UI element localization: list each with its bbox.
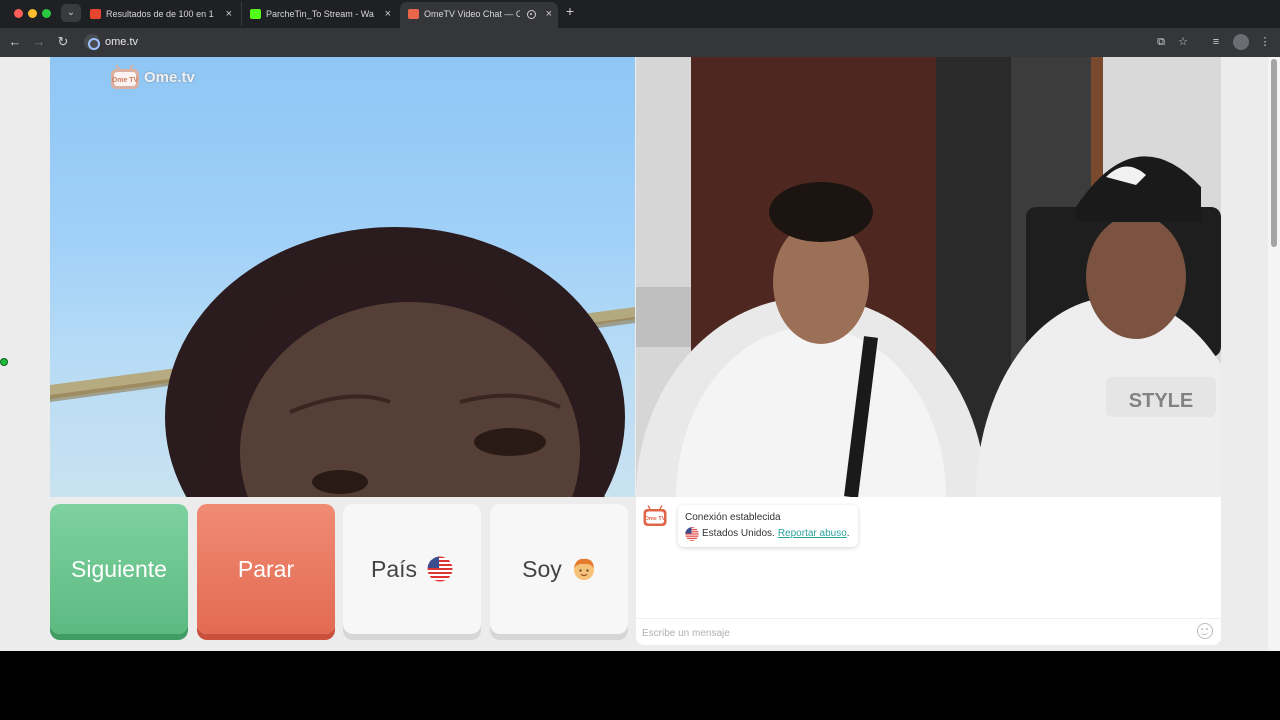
connection-status-text: Conexión establecida xyxy=(685,512,781,523)
window-minimize-button[interactable] xyxy=(28,9,37,18)
logo-badge-text: Ome TV xyxy=(112,77,139,84)
gender-button-label: Soy xyxy=(522,555,562,582)
scrollbar-thumb[interactable] xyxy=(1271,59,1277,247)
country-button-label: País xyxy=(370,555,418,582)
mouse-cursor-icon xyxy=(0,358,8,366)
page-scrollbar[interactable] xyxy=(1268,57,1280,651)
site-info-icon[interactable] xyxy=(84,34,100,50)
gender-filter-button[interactable]: Soy xyxy=(490,504,628,634)
next-button[interactable]: Siguiente xyxy=(50,504,188,634)
tab-ometv[interactable]: OmeTV Video Chat — Ome × xyxy=(400,2,558,28)
recording-indicator-icon xyxy=(527,10,536,19)
window-zoom-button[interactable] xyxy=(42,9,51,18)
window-close-button[interactable] xyxy=(14,9,23,18)
tab-parchetin-stream[interactable]: ParcheTin_To Stream - Watch × xyxy=(241,2,397,26)
stop-button-label: Parar xyxy=(237,555,295,582)
remote-camera-image: STYLE xyxy=(636,57,1221,497)
bookmark-star-icon[interactable]: ☆ xyxy=(1176,35,1190,49)
partner-country-text: Estados Unidos. xyxy=(702,528,775,539)
forward-arrow-icon[interactable]: → xyxy=(31,34,47,50)
install-app-icon[interactable]: ⧉ xyxy=(1154,35,1168,49)
media-controls-icon[interactable]: ≡ xyxy=(1209,35,1223,49)
tab-search-button[interactable]: ⌄ xyxy=(61,4,81,22)
emoji-picker-icon[interactable] xyxy=(1197,623,1213,639)
desktop-background xyxy=(0,651,1280,720)
connection-status-message: Conexión establecida Estados Unidos. Rep… xyxy=(678,505,858,547)
report-suffix: . xyxy=(846,528,850,539)
message-input[interactable] xyxy=(642,624,1182,642)
ometv-logo: Ome TV Ome.tv xyxy=(110,64,195,90)
url-text[interactable]: ome.tv xyxy=(105,36,138,48)
us-flag-small-icon xyxy=(685,527,699,541)
svg-text:STYLE: STYLE xyxy=(1129,390,1193,412)
kick-favicon-icon xyxy=(250,9,261,19)
logo-text: Ome.tv xyxy=(144,68,195,86)
tab-title: ParcheTin_To Stream - Watch xyxy=(266,9,374,19)
local-video-feed: Ome TV Ome.tv xyxy=(50,57,635,497)
us-flag-icon xyxy=(427,556,453,582)
browser-tab-bar: ⌄ Resultados de de 100 en 100 × ParcheTi… xyxy=(0,0,1280,28)
youtube-favicon-icon xyxy=(90,9,101,19)
new-tab-button[interactable]: + xyxy=(563,3,577,19)
message-bar xyxy=(636,618,1221,645)
chat-avatar-text: Ome TV xyxy=(645,516,666,522)
tab-close-icon[interactable]: × xyxy=(385,2,391,26)
ometv-logo-icon: Ome TV xyxy=(111,64,139,89)
next-button-label: Siguiente xyxy=(71,555,167,582)
report-abuse-link[interactable]: Reportar abuso xyxy=(778,528,847,539)
ometv-chat-avatar-icon: Ome TV xyxy=(643,505,667,526)
chat-panel: Ome TV Conexión establecida Estados Unid xyxy=(636,497,1221,645)
tab-title: Resultados de de 100 en 100 xyxy=(106,9,214,19)
local-camera-image xyxy=(50,227,635,497)
tab-resultados[interactable]: Resultados de de 100 en 100 × xyxy=(82,2,238,26)
profile-avatar-icon[interactable] xyxy=(1233,34,1249,50)
tab-close-icon[interactable]: × xyxy=(226,2,232,26)
tab-close-icon[interactable]: × xyxy=(546,2,552,26)
tab-title: OmeTV Video Chat — Ome xyxy=(424,9,520,19)
stop-button[interactable]: Parar xyxy=(197,504,335,634)
remote-video-feed: STYLE xyxy=(636,57,1221,497)
ometv-favicon-icon xyxy=(408,9,419,19)
country-filter-button[interactable]: País xyxy=(343,504,481,634)
back-arrow-icon[interactable]: ← xyxy=(7,34,23,50)
reload-icon[interactable]: ↻ xyxy=(55,34,71,50)
boy-emoji-icon xyxy=(573,558,594,580)
browser-toolbar: ← → ↻ ome.tv ⧉ ☆ ≡ ⋮ xyxy=(0,28,1280,57)
address-bar[interactable]: ome.tv xyxy=(80,32,1202,53)
page-viewport: Ome TV Ome.tv STYLE Siguiente Parar País… xyxy=(0,57,1280,651)
more-menu-icon[interactable]: ⋮ xyxy=(1258,35,1272,49)
